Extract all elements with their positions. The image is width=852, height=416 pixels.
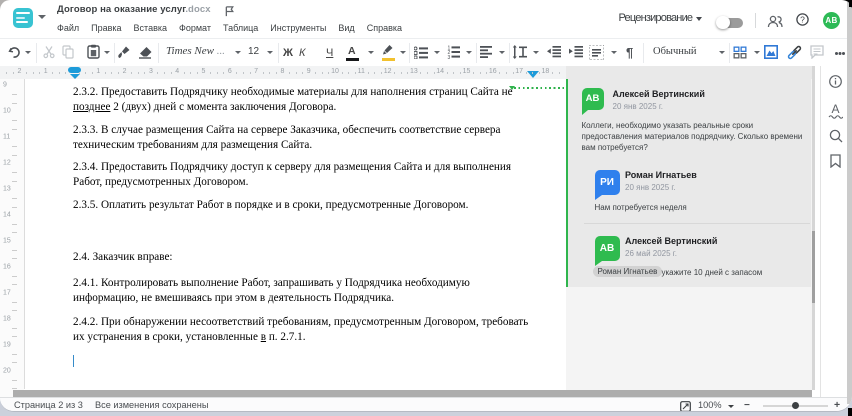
svg-text:3: 3 — [448, 55, 451, 59]
svg-text:А: А — [831, 102, 839, 116]
svg-text:?: ? — [800, 15, 805, 25]
